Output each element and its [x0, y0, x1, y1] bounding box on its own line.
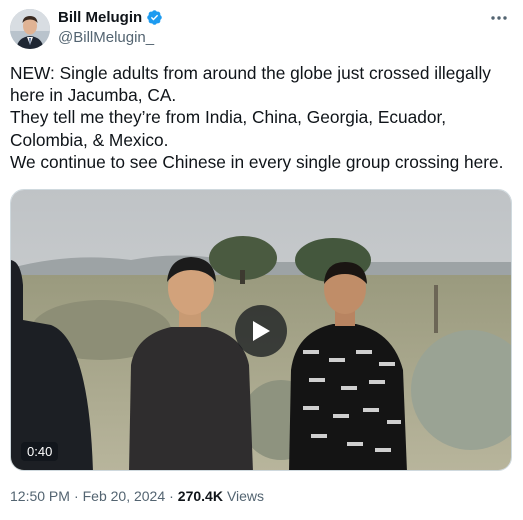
tweet-text-line: here in Jacumba, CA. — [10, 85, 177, 106]
tweet-time[interactable]: 12:50 PM — [10, 488, 70, 504]
author-handle[interactable]: @BillMelugin_ — [58, 29, 154, 46]
avatar[interactable] — [10, 9, 50, 49]
video-duration: 0:40 — [21, 442, 59, 461]
verified-badge-icon[interactable] — [146, 9, 163, 26]
separator: · — [169, 488, 174, 504]
author-name-row: Bill Melugin — [58, 9, 163, 26]
tweet-text-line: We continue to see Chinese in every sing… — [10, 151, 504, 172]
tweet-text: NEW: Single adults from around the globe… — [10, 62, 515, 173]
tweet-metadata: 12:50 PM · Feb 20, 2024 · 270.4K Views — [10, 488, 264, 504]
views-count[interactable]: 270.4K — [178, 488, 223, 504]
tweet-date[interactable]: Feb 20, 2024 — [83, 488, 166, 504]
play-button[interactable] — [235, 305, 287, 357]
author-name[interactable]: Bill Melugin — [58, 9, 142, 26]
views-label: Views — [226, 488, 265, 504]
tweet-text-line: NEW: Single adults from around the globe… — [10, 63, 491, 83]
more-options-icon[interactable] — [489, 10, 509, 26]
separator: · — [73, 488, 79, 504]
tweet-text-line: Colombia, & Mexico. — [10, 129, 169, 150]
play-icon — [253, 321, 270, 341]
tweet-card: Bill Melugin @BillMelugin_ NEW: Single a… — [0, 0, 523, 520]
avatar-image — [10, 9, 50, 49]
video-player[interactable]: 0:40 — [10, 189, 512, 471]
tweet-text-line: They tell me they’re from India, China, … — [10, 107, 447, 128]
